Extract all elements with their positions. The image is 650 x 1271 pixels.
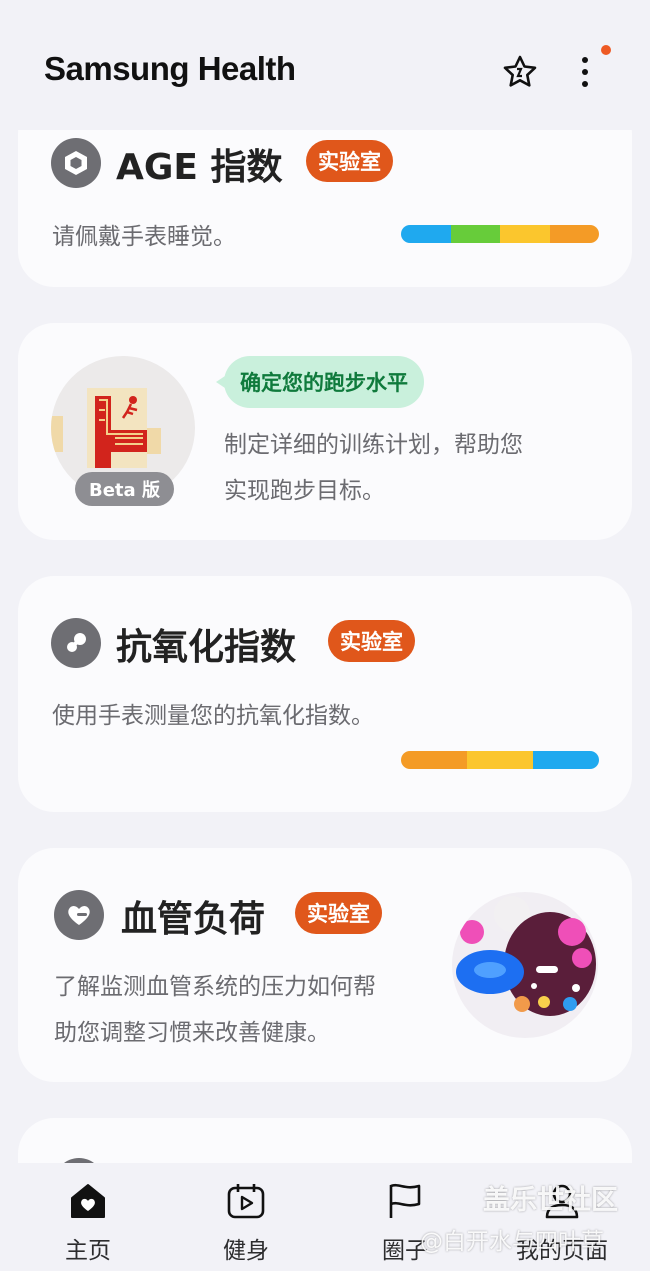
star-badge-icon[interactable]	[500, 52, 540, 92]
age-index-title: AGE 指数	[116, 147, 283, 188]
watermark-community: 盖乐世社区	[483, 1185, 618, 1216]
home-heart-icon	[68, 1181, 108, 1221]
nav-home-label: 主页	[65, 1238, 111, 1264]
vascular-description-line1: 了解监测血管系统的压力如何帮	[54, 974, 376, 1000]
vascular-load-title: 血管负荷	[121, 899, 266, 940]
vascular-load-card[interactable]: 血管负荷 实验室 了解监测血管系统的压力如何帮 助您调整习惯来改善健康。	[18, 848, 632, 1082]
running-description-line1: 制定详细的训练计划，帮助您	[224, 432, 523, 458]
notification-dot	[601, 45, 611, 55]
nav-home[interactable]: 主页	[38, 1163, 138, 1271]
running-description: 制定详细的训练计划，帮助您 实现跑步目标。	[224, 422, 523, 514]
lab-badge: 实验室	[306, 140, 393, 182]
vascular-description: 了解监测血管系统的压力如何帮 助您调整习惯来改善健康。	[54, 964, 376, 1056]
antioxidant-index-card[interactable]: 抗氧化指数 实验室 使用手表测量您的抗氧化指数。	[18, 576, 632, 812]
antioxidant-progress-bar	[401, 751, 599, 769]
lab-badge: 实验室	[295, 892, 382, 934]
beta-badge: Beta 版	[75, 472, 174, 506]
running-level-card[interactable]: Beta 版 确定您的跑步水平 制定详细的训练计划，帮助您 实现跑步目标。	[18, 323, 632, 540]
watermark-author: @白开水与四叶草	[420, 1229, 604, 1255]
age-index-progress-bar	[401, 225, 599, 243]
flag-icon	[385, 1181, 425, 1221]
heart-minus-icon	[54, 890, 104, 940]
app-header: Samsung Health	[0, 0, 650, 130]
blood-cell-illustration	[452, 892, 598, 1038]
nav-fitness-label: 健身	[223, 1238, 269, 1264]
molecule-icon	[51, 618, 101, 668]
age-index-description: 请佩戴手表睡觉。	[52, 224, 236, 250]
app-title: Samsung Health	[44, 50, 296, 87]
more-vertical-icon[interactable]	[565, 52, 605, 92]
vascular-description-line2: 助您调整习惯来改善健康。	[54, 1020, 330, 1046]
antioxidant-index-title: 抗氧化指数	[116, 627, 297, 668]
lab-badge: 实验室	[328, 620, 415, 662]
running-level-bubble: 确定您的跑步水平	[216, 356, 424, 408]
running-description-line2: 实现跑步目标。	[224, 478, 385, 504]
nav-fitness[interactable]: 健身	[196, 1163, 296, 1271]
fitness-calendar-icon	[226, 1181, 266, 1221]
antioxidant-description: 使用手表测量您的抗氧化指数。	[52, 703, 374, 729]
hexagon-icon	[51, 138, 101, 188]
app-screen: AGE 指数 实验室 请佩戴手表睡觉。 Beta 版 确定您的跑步水平 制定详细…	[0, 0, 650, 1271]
main-scroll-area[interactable]: AGE 指数 实验室 请佩戴手表睡觉。 Beta 版 确定您的跑步水平 制定详细…	[0, 0, 650, 1271]
